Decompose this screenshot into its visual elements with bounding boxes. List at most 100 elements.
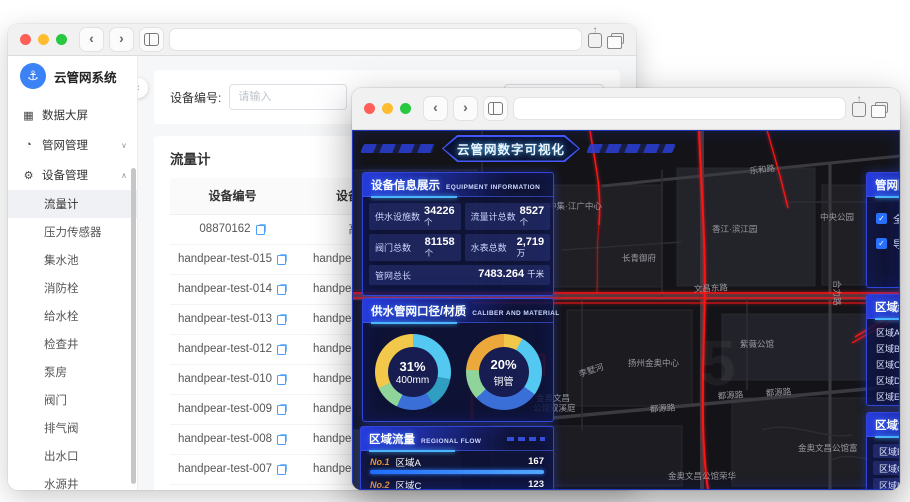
donut-percent: 31% bbox=[399, 358, 426, 374]
donut-center: 20% 铜管 bbox=[478, 347, 529, 397]
donut-label: 400mm bbox=[395, 374, 430, 386]
sidebar-subitem-排气阀[interactable]: 排气阀 bbox=[8, 414, 137, 442]
back-button[interactable]: ‹ bbox=[80, 28, 103, 51]
sidebar-subitem-消防栓[interactable]: 消防栓 bbox=[8, 274, 137, 302]
app-logo-row: ⚓ 云管网系统 bbox=[8, 56, 137, 96]
tabs-icon[interactable] bbox=[871, 102, 888, 118]
layer-checkbox-row: ✓ 全选 bbox=[876, 206, 900, 231]
copy-icon[interactable] bbox=[276, 283, 287, 295]
device-id-cell: 08870162 bbox=[170, 214, 295, 245]
maximize-window-icon[interactable] bbox=[56, 34, 67, 45]
stat-value: 34226 个 bbox=[424, 205, 455, 227]
stat-水表总数: 水表总数 2,719 万 bbox=[464, 234, 551, 261]
donut-label: 铜管 bbox=[493, 376, 514, 388]
sidebar-item-label: 管网管理 bbox=[42, 140, 88, 152]
sidebar-scrollbar[interactable] bbox=[131, 168, 136, 484]
sidebar-subitem-检查井[interactable]: 检查井 bbox=[8, 330, 137, 358]
copy-icon[interactable] bbox=[276, 313, 287, 325]
sidebar-subitem-集水池[interactable]: 集水池 bbox=[8, 246, 137, 274]
share-icon[interactable]: ↑ bbox=[588, 25, 602, 48]
copy-icon[interactable] bbox=[276, 463, 287, 475]
pipeline-icon: ◔ bbox=[25, 139, 32, 151]
sidebar-item-设备管理[interactable]: ⚙ 设备管理 ∧ bbox=[8, 160, 137, 190]
panel-title: 设备信息展示 bbox=[371, 180, 440, 192]
legend-row: 区域B bbox=[876, 340, 900, 356]
sidebar-item-数据大屏[interactable]: ▦ 数据大屏 bbox=[8, 100, 137, 130]
gis-dashboard: 乐和路 中集·江广中心 中央公园 香江·滨江园 长青御府 文昌东路 合力路 紫薇公馆 扬州金奥中… bbox=[352, 130, 900, 490]
sidebar-subitem-泵房[interactable]: 泵房 bbox=[8, 358, 137, 386]
map-label: 文昌东路 bbox=[694, 282, 729, 294]
maximize-window-icon[interactable] bbox=[400, 103, 411, 114]
device-id-cell: handpear-test-012 bbox=[170, 334, 295, 365]
stat-流量计总数: 流量计总数 8527 个 bbox=[464, 203, 551, 230]
legend-row: 区域D bbox=[876, 372, 900, 388]
checkbox-checked[interactable]: ✓ bbox=[876, 238, 887, 249]
device-id-input[interactable] bbox=[229, 84, 348, 110]
copy-icon[interactable] bbox=[276, 433, 287, 445]
tab-overview-button[interactable] bbox=[140, 28, 163, 51]
copy-icon[interactable] bbox=[276, 373, 287, 385]
legend-row: 区域C bbox=[876, 356, 900, 372]
panel-title: 区域流速 bbox=[875, 420, 900, 432]
close-window-icon[interactable] bbox=[364, 103, 375, 114]
device-id-cell: handpear-test-007 bbox=[170, 454, 295, 485]
close-window-icon[interactable] bbox=[20, 34, 31, 45]
panel-subtitle: REGIONAL FLOW bbox=[421, 438, 482, 445]
forward-button[interactable]: › bbox=[454, 97, 477, 120]
device-id-cell: handpear-test-014 bbox=[170, 274, 295, 305]
address-bar[interactable] bbox=[170, 29, 581, 50]
copy-icon[interactable] bbox=[276, 253, 287, 265]
header-deco-left bbox=[360, 144, 436, 153]
flow-region-name: 区域A bbox=[395, 457, 421, 469]
share-icon[interactable]: ↑ bbox=[852, 94, 866, 117]
copy-icon[interactable] bbox=[276, 403, 287, 415]
map-label: 都源路 bbox=[765, 386, 792, 398]
sidebar-subitem-阀门[interactable]: 阀门 bbox=[8, 386, 137, 414]
sidebar-item-管网管理[interactable]: ◔ 管网管理 ∨ bbox=[8, 130, 137, 160]
flow-rank: No.2 bbox=[370, 479, 390, 490]
legend-label: 区域B bbox=[876, 343, 900, 354]
minimize-window-icon[interactable] bbox=[38, 34, 49, 45]
tab-overview-icon bbox=[144, 33, 159, 46]
tabs-icon[interactable] bbox=[607, 33, 624, 49]
panel-title: 供水管网口径/材质 bbox=[371, 306, 467, 318]
stat-label: 水表总数 bbox=[470, 243, 507, 253]
sidebar-subitem-出水口[interactable]: 出水口 bbox=[8, 442, 137, 470]
share-arrow-icon: ↑ bbox=[856, 94, 862, 105]
regional-flow-panel: 区域流量 REGIONAL FLOW No.1 区域A 167 No.2 区域C 123 bbox=[360, 426, 554, 490]
forward-button[interactable]: › bbox=[110, 28, 133, 51]
device-id-text: handpear-test-015 bbox=[178, 253, 272, 265]
dashboard-header: 云管网数字可视化 bbox=[352, 134, 900, 164]
dashboard-browser-window: ‹ › ↑ 乐和路 中集·江广中心 中央公园 香江·滨江园 长青御府 文昌东路 … bbox=[352, 88, 900, 490]
checkbox-label: 导入 bbox=[893, 240, 900, 251]
sidebar-menu: ▦ 数据大屏 ◔ 管网管理 ∨ ⚙ 设备管理 ∧ 流量计 压力传感器 集水池 消防栓 给水栓 检查井 泵房阀… bbox=[8, 96, 137, 490]
device-id-text: handpear-test-014 bbox=[178, 283, 272, 295]
flow-bar-track bbox=[370, 470, 544, 474]
flow-region-name: 区域C bbox=[395, 480, 422, 491]
sidebar-subitem-流量计[interactable]: 流量计 bbox=[8, 190, 137, 218]
copy-icon[interactable] bbox=[255, 223, 266, 235]
stat-label: 流量计总数 bbox=[470, 212, 516, 222]
sidebar-subitem-压力传感器[interactable]: 压力传感器 bbox=[8, 218, 137, 246]
copy-icon[interactable] bbox=[276, 343, 287, 355]
map-label: 中集·江广中心 bbox=[548, 201, 602, 211]
sidebar-subitem-水源井[interactable]: 水源井 bbox=[8, 470, 137, 490]
stat-value: 8527 个 bbox=[519, 205, 545, 227]
map-label: 中央公园 bbox=[820, 212, 854, 222]
speed-row: 区域B bbox=[873, 444, 900, 458]
minimize-window-icon[interactable] bbox=[382, 103, 393, 114]
legend-label: 区域E bbox=[876, 391, 900, 402]
sidebar-subitem-给水栓[interactable]: 给水栓 bbox=[8, 302, 137, 330]
address-bar[interactable] bbox=[514, 98, 845, 119]
legend-row: 区域A bbox=[876, 324, 900, 340]
sidebar-collapse-button[interactable]: ‹ bbox=[138, 78, 148, 98]
share-arrow-icon: ↑ bbox=[592, 25, 598, 36]
panel-title: 管网图层 bbox=[875, 180, 900, 192]
map-label: 香江·滨江园 bbox=[712, 224, 757, 234]
tab-overview-button[interactable] bbox=[484, 97, 507, 120]
back-button[interactable]: ‹ bbox=[424, 97, 447, 120]
checkbox-checked[interactable]: ✓ bbox=[876, 213, 887, 224]
chevron-down-icon: ∨ bbox=[121, 140, 127, 150]
legend-label: 区域A bbox=[876, 327, 900, 338]
device-icon: ⚙ bbox=[23, 169, 34, 182]
